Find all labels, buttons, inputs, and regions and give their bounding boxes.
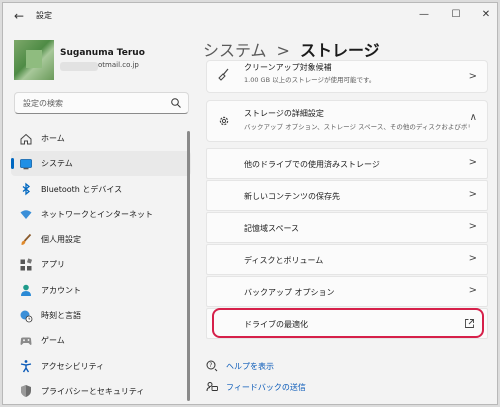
- close-icon[interactable]: ✕: [476, 6, 496, 24]
- sidebar-item-label: プライバシーとセキュリティ: [41, 386, 145, 396]
- svg-text:?: ?: [209, 362, 212, 369]
- maximize-icon[interactable]: ☐: [446, 6, 466, 24]
- row-label: ディスクとボリューム: [244, 256, 324, 265]
- list-item[interactable]: ディスクとボリューム >: [206, 244, 488, 275]
- list-item[interactable]: 新しいコンテンツの保存先 >: [206, 180, 488, 211]
- chevron-right-icon: >: [468, 285, 477, 296]
- shield-icon: [18, 384, 33, 399]
- list-item[interactable]: バックアップ オプション >: [206, 276, 488, 307]
- advanced-storage-header[interactable]: ストレージの詳細設定 バックアップ オプション、ストレージ スペース、その他のデ…: [206, 100, 488, 142]
- help-icon: ?: [206, 360, 218, 372]
- sidebar-item-bluetooth[interactable]: Bluetooth とデバイス: [11, 177, 191, 202]
- chevron-right-icon: >: [468, 253, 477, 264]
- feedback-icon: [206, 382, 218, 392]
- user-name: Suganuma Teruo: [60, 48, 145, 58]
- advanced-subtitle: バックアップ オプション、ストレージ スペース、その他のディスクおよびボリューム: [244, 123, 470, 131]
- sidebar-item-label: アカウント: [41, 285, 81, 295]
- cleanup-subtitle: 1.00 GB 以上のストレージが使用可能です。: [244, 76, 376, 84]
- row-label: バックアップ オプション: [244, 288, 335, 297]
- account-icon: [18, 283, 33, 298]
- sidebar-item-gaming[interactable]: ゲーム: [11, 328, 191, 353]
- globe-clock-icon: [18, 308, 33, 323]
- user-email: otmail.co.jp: [98, 61, 139, 69]
- list-item[interactable]: 他のドライブでの使用済みストレージ >: [206, 148, 488, 179]
- sidebar-item-system[interactable]: システム: [11, 151, 191, 177]
- wifi-icon: [18, 207, 33, 222]
- sidebar-item-label: ゲーム: [41, 336, 65, 346]
- title-bar: ← 設定 — ☐ ✕: [3, 3, 497, 29]
- advanced-title: ストレージの詳細設定: [244, 109, 324, 118]
- sidebar-item-personalization[interactable]: 個人用設定: [11, 227, 191, 252]
- sidebar-item-time-language[interactable]: 時刻と言語: [11, 303, 191, 328]
- sidebar-item-accounts[interactable]: アカウント: [11, 278, 191, 303]
- cleanup-title: クリーンアップ対象候補: [244, 63, 332, 72]
- gamepad-icon: [18, 333, 33, 348]
- sidebar-item-label: 個人用設定: [41, 235, 81, 245]
- sidebar-item-label: 時刻と言語: [41, 311, 81, 321]
- sidebar-item-label: ネットワークとインターネット: [41, 209, 153, 219]
- sidebar-item-label: システム: [41, 159, 73, 169]
- back-arrow-icon[interactable]: ←: [11, 8, 27, 24]
- page-title: ストレージ: [299, 41, 380, 60]
- sidebar-item-label: アクセシビリティ: [41, 361, 105, 371]
- row-label: 他のドライブでの使用済みストレージ: [244, 160, 380, 169]
- breadcrumb-parent[interactable]: システム: [203, 41, 267, 60]
- search-placeholder: 設定の検索: [23, 99, 63, 108]
- accessibility-icon: [18, 359, 33, 374]
- chevron-right-icon: >: [468, 157, 477, 168]
- chevron-right-icon: >: [468, 71, 477, 82]
- sidebar-item-label: ホーム: [41, 134, 65, 143]
- sidebar-item-network[interactable]: ネットワークとインターネット: [11, 202, 191, 227]
- email-redaction: [60, 62, 98, 71]
- sidebar-item-privacy[interactable]: プライバシーとセキュリティ: [11, 379, 191, 404]
- broom-icon: [217, 68, 231, 85]
- user-profile[interactable]: Suganuma Teruo otmail.co.jp: [14, 40, 189, 80]
- row-label: 記憶域スペース: [244, 224, 300, 233]
- cleanup-recommendations-card[interactable]: クリーンアップ対象候補 1.00 GB 以上のストレージが使用可能です。 >: [206, 60, 488, 93]
- search-input[interactable]: 設定の検索: [14, 92, 189, 114]
- app-title: 設定: [36, 11, 52, 20]
- sidebar-item-accessibility[interactable]: アクセシビリティ: [11, 354, 191, 379]
- apps-icon: [18, 257, 33, 272]
- sidebar-item-label: Bluetooth とデバイス: [41, 184, 123, 194]
- list-item[interactable]: 記憶域スペース >: [206, 212, 488, 243]
- home-icon: [18, 131, 33, 146]
- sidebar-scrollbar[interactable]: [187, 131, 190, 401]
- feedback-link-label: フィードバックの送信: [226, 383, 306, 392]
- system-icon: [18, 156, 33, 171]
- chevron-right-icon: >: [468, 189, 477, 200]
- minimize-icon[interactable]: —: [414, 6, 434, 24]
- highlight-box: [212, 308, 484, 338]
- breadcrumb-separator: >: [276, 41, 290, 60]
- breadcrumb: システム > ストレージ: [203, 37, 380, 61]
- sidebar-item-apps[interactable]: アプリ: [11, 252, 191, 277]
- sidebar-item-label: アプリ: [41, 260, 65, 270]
- row-label: 新しいコンテンツの保存先: [244, 192, 340, 201]
- help-link-label: ヘルプを表示: [226, 362, 274, 371]
- avatar: [14, 40, 54, 80]
- bluetooth-icon: [18, 182, 33, 197]
- gear-icon: [217, 114, 231, 131]
- sidebar-nav: ホーム システム Bluetooth とデバイス ネットワークとインターネット …: [11, 126, 191, 404]
- search-icon[interactable]: [170, 97, 182, 109]
- settings-window: ← 設定 — ☐ ✕ Suganuma Teruo otmail.co.jp 設…: [2, 2, 498, 405]
- chevron-up-icon: ∧: [469, 112, 477, 123]
- sidebar-item-home[interactable]: ホーム: [11, 126, 191, 151]
- chevron-right-icon: >: [468, 221, 477, 232]
- brush-icon: [18, 232, 33, 247]
